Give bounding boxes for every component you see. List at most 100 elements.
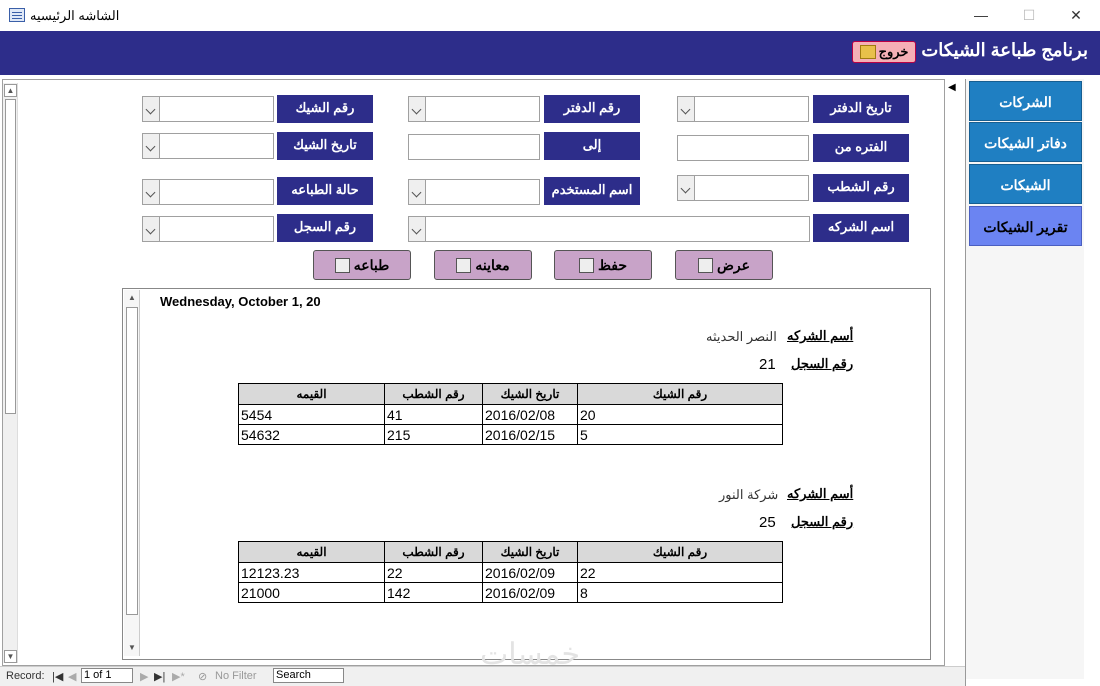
record-label: Record:	[6, 670, 45, 682]
record-no-label: رقم السجل	[277, 214, 373, 242]
cell-value: 5454	[238, 404, 385, 425]
user-name-label: اسم المستخدم	[544, 177, 640, 205]
check-date-field[interactable]	[159, 133, 274, 159]
to-field[interactable]	[408, 134, 540, 160]
nav-checks-report[interactable]: تقرير الشيكات	[969, 206, 1082, 246]
header-band: برنامج طباعة الشيكات	[0, 31, 1100, 75]
print-status-dropdown-icon[interactable]	[142, 179, 160, 205]
company-name-field[interactable]	[425, 216, 810, 242]
prev-record-icon[interactable]: ◀	[68, 670, 76, 683]
form-icon	[9, 8, 25, 22]
book-no-field[interactable]	[425, 96, 540, 122]
scroll-down-icon[interactable]: ▼	[4, 650, 17, 663]
show-label: عرض	[717, 256, 751, 273]
cell-check-no: 8	[577, 582, 783, 603]
cell-check-no: 5	[577, 424, 783, 445]
print-status-field[interactable]	[159, 179, 274, 205]
show-button[interactable]: عرض	[675, 250, 773, 280]
table-header-row: رقم الشيك تاريخ الشيك رقم الشطب القيمه	[238, 541, 783, 563]
check-no-label: رقم الشيك	[277, 95, 373, 123]
collapse-arrow-icon[interactable]: ◀	[948, 82, 960, 96]
user-name-field[interactable]	[425, 179, 540, 205]
record-value: 25	[759, 514, 776, 531]
record-no-dropdown-icon[interactable]	[142, 216, 160, 242]
check-date-dropdown-icon[interactable]	[142, 133, 160, 159]
book-date-dropdown-icon[interactable]	[677, 96, 695, 122]
company-value: شركة النور	[719, 487, 779, 502]
book-icon	[698, 257, 713, 273]
table-row: 22 2016/02/09 22 12123.23	[238, 562, 783, 583]
record-no-field[interactable]	[159, 216, 274, 242]
save-button[interactable]: حفظ	[554, 250, 652, 280]
search-input[interactable]: Search	[273, 668, 344, 683]
preview-button[interactable]: معاينه	[434, 250, 532, 280]
company-name-label: اسم الشركه	[813, 214, 909, 242]
floppy-icon	[578, 257, 594, 273]
record-navigation-bar: Record: |◀ ◀ ▶ ▶| ▶* ⊘ No Filter	[0, 666, 965, 686]
preview-label: معاينه	[475, 256, 510, 273]
print-button[interactable]: طباعه	[313, 250, 411, 280]
maximize-button[interactable]: ☐	[1006, 0, 1052, 31]
window-title: الشاشه الرئيسيه	[30, 8, 120, 23]
cell-check-date: 2016/02/15	[482, 424, 578, 445]
report-scroll-thumb[interactable]	[126, 307, 138, 615]
period-from-field[interactable]	[677, 135, 809, 161]
exit-door-icon	[859, 45, 876, 59]
cell-check-date: 2016/02/09	[482, 582, 578, 603]
stub-no-label: رقم الشطب	[813, 174, 909, 202]
new-record-icon[interactable]: ▶*	[172, 670, 185, 683]
filter-icon: ⊘	[198, 671, 208, 683]
next-record-icon[interactable]: ▶	[140, 670, 148, 683]
report-scroll-up-icon[interactable]: ▲	[125, 291, 139, 305]
stub-no-field[interactable]	[694, 175, 809, 201]
check-no-dropdown-icon[interactable]	[142, 96, 160, 122]
app-heading: برنامج طباعة الشيكات	[921, 40, 1088, 60]
scroll-up-icon[interactable]: ▲	[4, 84, 17, 97]
magnifier-icon	[456, 257, 472, 273]
report-scroll-down-icon[interactable]: ▼	[125, 641, 139, 655]
minimize-button[interactable]: —	[958, 0, 1004, 31]
scroll-thumb[interactable]	[5, 99, 16, 414]
report-date: Wednesday, October 1, 20	[160, 294, 321, 309]
last-record-icon[interactable]: ▶|	[154, 670, 165, 683]
nav-check-books[interactable]: دفاتر الشيكات	[969, 122, 1082, 162]
book-no-dropdown-icon[interactable]	[408, 96, 426, 122]
nav-checks[interactable]: الشيكات	[969, 164, 1082, 204]
stub-no-dropdown-icon[interactable]	[677, 175, 695, 201]
close-button[interactable]: ✕	[1053, 0, 1099, 31]
cell-value: 12123.23	[238, 562, 385, 583]
col-value: القيمه	[238, 541, 385, 563]
record-number-field[interactable]: 1 of 1	[81, 668, 133, 683]
no-filter-button[interactable]: No Filter	[215, 670, 257, 682]
nav-companies[interactable]: الشركات	[969, 81, 1082, 121]
cell-value: 54632	[238, 424, 385, 445]
book-date-field[interactable]	[694, 96, 809, 122]
to-label: إلى	[544, 132, 640, 160]
cell-check-no: 20	[577, 404, 783, 425]
print-status-label: حالة الطباعه	[277, 177, 373, 205]
record-value: 21	[759, 356, 776, 373]
cell-stub-no: 22	[384, 562, 483, 583]
col-check-no: رقم الشيك	[577, 541, 783, 563]
check-date-label: تاريخ الشيك	[277, 132, 373, 160]
company-value: النصر الحديثه	[706, 329, 777, 344]
exit-button[interactable]: خروج	[852, 41, 916, 63]
company-label: أسم الشركه	[787, 328, 854, 343]
col-stub-no: رقم الشطب	[384, 541, 483, 563]
book-no-label: رقم الدفتر	[544, 95, 640, 123]
cell-check-date: 2016/02/09	[482, 562, 578, 583]
company-name-dropdown-icon[interactable]	[408, 216, 426, 242]
table-row: 8 2016/02/09 142 21000	[238, 582, 783, 603]
check-no-field[interactable]	[159, 96, 274, 122]
record-label: رقم السجل	[791, 356, 854, 371]
table-row: 5 2016/02/15 215 54632	[238, 424, 783, 445]
cell-check-date: 2016/02/08	[482, 404, 578, 425]
user-name-dropdown-icon[interactable]	[408, 179, 426, 205]
first-record-icon[interactable]: |◀	[52, 670, 63, 683]
table-header-row: رقم الشيك تاريخ الشيك رقم الشطب القيمه	[238, 383, 783, 405]
col-value: القيمه	[238, 383, 385, 405]
period-from-label: الفتره من	[813, 134, 909, 162]
cell-check-no: 22	[577, 562, 783, 583]
company-label: أسم الشركه	[787, 486, 854, 501]
print-label: طباعه	[353, 256, 390, 273]
